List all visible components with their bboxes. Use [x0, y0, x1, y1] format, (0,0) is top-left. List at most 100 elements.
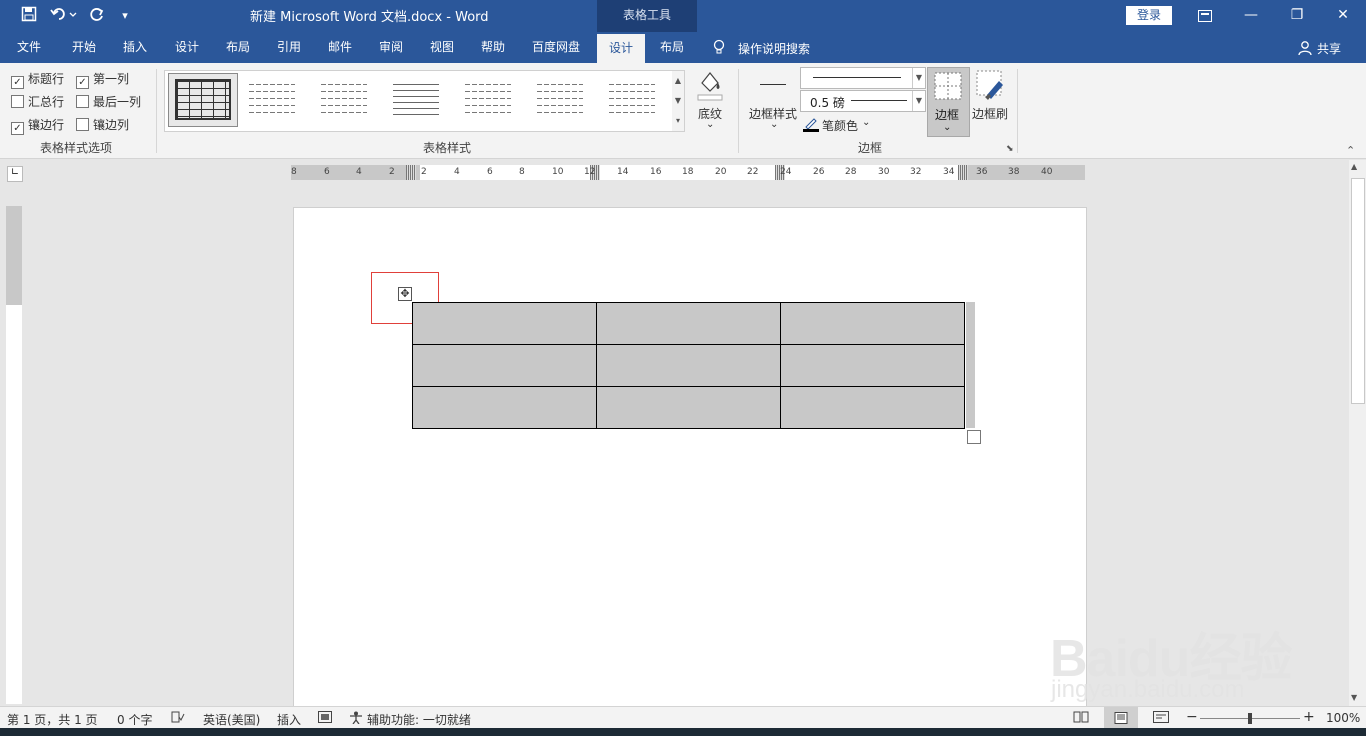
read-mode-icon[interactable]	[1073, 711, 1089, 726]
login-button[interactable]: 登录	[1126, 6, 1172, 25]
restore-icon[interactable]: ❐	[1274, 0, 1320, 32]
borders-dropdown-icon[interactable]: ⌄	[943, 122, 951, 133]
table-move-handle-icon[interactable]: ✥	[398, 287, 412, 301]
document-table[interactable]	[412, 302, 965, 429]
table-cell[interactable]	[596, 302, 781, 345]
word-count[interactable]: 0 个字	[117, 711, 152, 728]
save-icon[interactable]	[18, 6, 40, 26]
table-cell[interactable]	[596, 344, 781, 387]
share-button[interactable]: 共享	[1317, 40, 1341, 57]
table-tools-context-label: 表格工具	[597, 0, 697, 32]
table-style-plain-5[interactable]	[531, 78, 589, 122]
tell-me-search[interactable]: 操作说明搜索	[738, 40, 810, 57]
line-style-dropdown[interactable]: ▼	[800, 67, 926, 89]
tab-help[interactable]: 帮助	[481, 32, 505, 63]
table-cell[interactable]	[780, 344, 965, 387]
scroll-up-icon[interactable]: ▲	[1351, 162, 1357, 171]
ruler-tick-label: 2	[421, 167, 427, 177]
ruler-column-marker[interactable]	[958, 165, 968, 180]
tab-baidu-netdisk[interactable]: 百度网盘	[532, 32, 580, 63]
tab-mailings[interactable]: 邮件	[328, 32, 352, 63]
pen-color-button[interactable]: 笔颜色	[822, 117, 858, 134]
zoom-out-icon[interactable]: −	[1186, 709, 1198, 725]
checkbox-first-column[interactable]: ✓ 第一列	[76, 70, 129, 89]
zoom-level[interactable]: 100%	[1326, 711, 1360, 725]
redo-icon[interactable]	[86, 6, 108, 26]
table-resize-handle[interactable]	[967, 430, 981, 444]
tab-selector-icon[interactable]: ∟	[7, 166, 23, 182]
accessibility-status[interactable]: 辅助功能: 一切就绪	[367, 711, 471, 728]
page-count[interactable]: 第 1 页，共 1 页	[7, 711, 98, 728]
tab-design[interactable]: 设计	[175, 32, 199, 63]
table-style-grid[interactable]	[168, 73, 238, 127]
undo-icon[interactable]	[48, 6, 80, 26]
minimize-icon[interactable]: —	[1228, 0, 1274, 32]
ruler-tick-label: 2	[389, 167, 395, 177]
table-style-plain-1[interactable]	[243, 78, 301, 122]
table-cell[interactable]	[780, 302, 965, 345]
proofing-icon[interactable]	[171, 711, 185, 726]
border-styles-dropdown-icon[interactable]: ⌄	[770, 119, 778, 130]
checkbox-banded-rows[interactable]: ✓ 镶边行	[11, 116, 64, 135]
table-cell[interactable]	[780, 386, 965, 429]
ruler-column-marker[interactable]	[406, 165, 416, 180]
customize-quick-access-icon[interactable]: ▾	[116, 6, 134, 26]
tab-references[interactable]: 引用	[277, 32, 301, 63]
checkbox-banded-columns[interactable]: 镶边列	[76, 116, 129, 133]
checkbox-checked-icon: ✓	[11, 122, 24, 135]
gallery-up-icon[interactable]: ▲	[672, 71, 684, 91]
border-painter-button[interactable]: 边框刷	[972, 105, 1008, 122]
gallery-scroll[interactable]: ▲ ▼ ▾	[672, 70, 685, 132]
pen-color-dropdown-icon[interactable]: ⌄	[862, 117, 870, 128]
checkbox-last-column[interactable]: 最后一列	[76, 93, 141, 110]
tab-file[interactable]: 文件	[17, 32, 41, 63]
gallery-more-icon[interactable]: ▾	[672, 111, 684, 131]
insert-mode-status[interactable]: 插入	[277, 711, 301, 728]
table-style-plain-6[interactable]	[603, 78, 661, 122]
ruler-tick-label: 4	[454, 167, 460, 177]
shading-bucket-icon[interactable]	[696, 69, 724, 101]
table-style-plain-3[interactable]	[387, 78, 445, 122]
ruler-tick-label: 30	[878, 167, 890, 177]
scroll-down-icon[interactable]: ▼	[1351, 693, 1357, 702]
pen-color-icon	[803, 116, 819, 132]
print-layout-icon[interactable]	[1104, 707, 1138, 729]
line-weight-dropdown[interactable]: 0.5 磅 ▼	[800, 90, 926, 112]
borders-button[interactable]: 边框 ⌄	[927, 67, 970, 137]
table-cell[interactable]	[412, 344, 597, 387]
tab-table-layout[interactable]: 布局	[660, 32, 684, 63]
zoom-slider-thumb[interactable]	[1248, 713, 1252, 724]
ruler-tick-label: 22	[747, 167, 759, 177]
tab-table-design[interactable]: 设计	[597, 34, 645, 63]
accessibility-icon[interactable]	[348, 711, 364, 727]
checkbox-total-row[interactable]: 汇总行	[11, 93, 64, 110]
zoom-in-icon[interactable]: +	[1303, 709, 1315, 725]
tab-review[interactable]: 审阅	[379, 32, 403, 63]
table-style-plain-2[interactable]	[315, 78, 373, 122]
web-layout-icon[interactable]	[1153, 711, 1169, 726]
ruler-tick-label: 32	[910, 167, 922, 177]
group-separator	[1017, 69, 1018, 153]
tab-insert[interactable]: 插入	[123, 32, 147, 63]
table-style-plain-4[interactable]	[459, 78, 517, 122]
borders-dialog-launcher-icon[interactable]: ⬊	[1006, 144, 1014, 154]
collapse-ribbon-icon[interactable]: ⌃	[1346, 144, 1355, 157]
ruler-tick-label: 36	[976, 167, 988, 177]
ruler-tick-label: 34	[943, 167, 955, 177]
checkbox-header-row[interactable]: ✓ 标题行	[11, 70, 64, 89]
tab-layout[interactable]: 布局	[226, 32, 250, 63]
language-status[interactable]: 英语(美国)	[203, 711, 260, 728]
close-icon[interactable]: ✕	[1320, 0, 1366, 32]
ribbon-display-icon[interactable]	[1182, 0, 1228, 32]
table-cell[interactable]	[412, 302, 597, 345]
group-label-table-styles: 表格样式	[423, 141, 472, 155]
tab-view[interactable]: 视图	[430, 32, 454, 63]
status-bar: 第 1 页，共 1 页 0 个字 英语(美国) 插入 辅助功能: 一切就绪 − …	[0, 706, 1366, 729]
table-cell[interactable]	[412, 386, 597, 429]
shading-dropdown-icon[interactable]: ⌄	[706, 119, 714, 130]
gallery-down-icon[interactable]: ▼	[672, 91, 684, 111]
table-cell[interactable]	[596, 386, 781, 429]
macro-record-icon[interactable]	[318, 711, 332, 726]
scrollbar-thumb[interactable]	[1351, 178, 1365, 404]
tab-home[interactable]: 开始	[72, 32, 96, 63]
